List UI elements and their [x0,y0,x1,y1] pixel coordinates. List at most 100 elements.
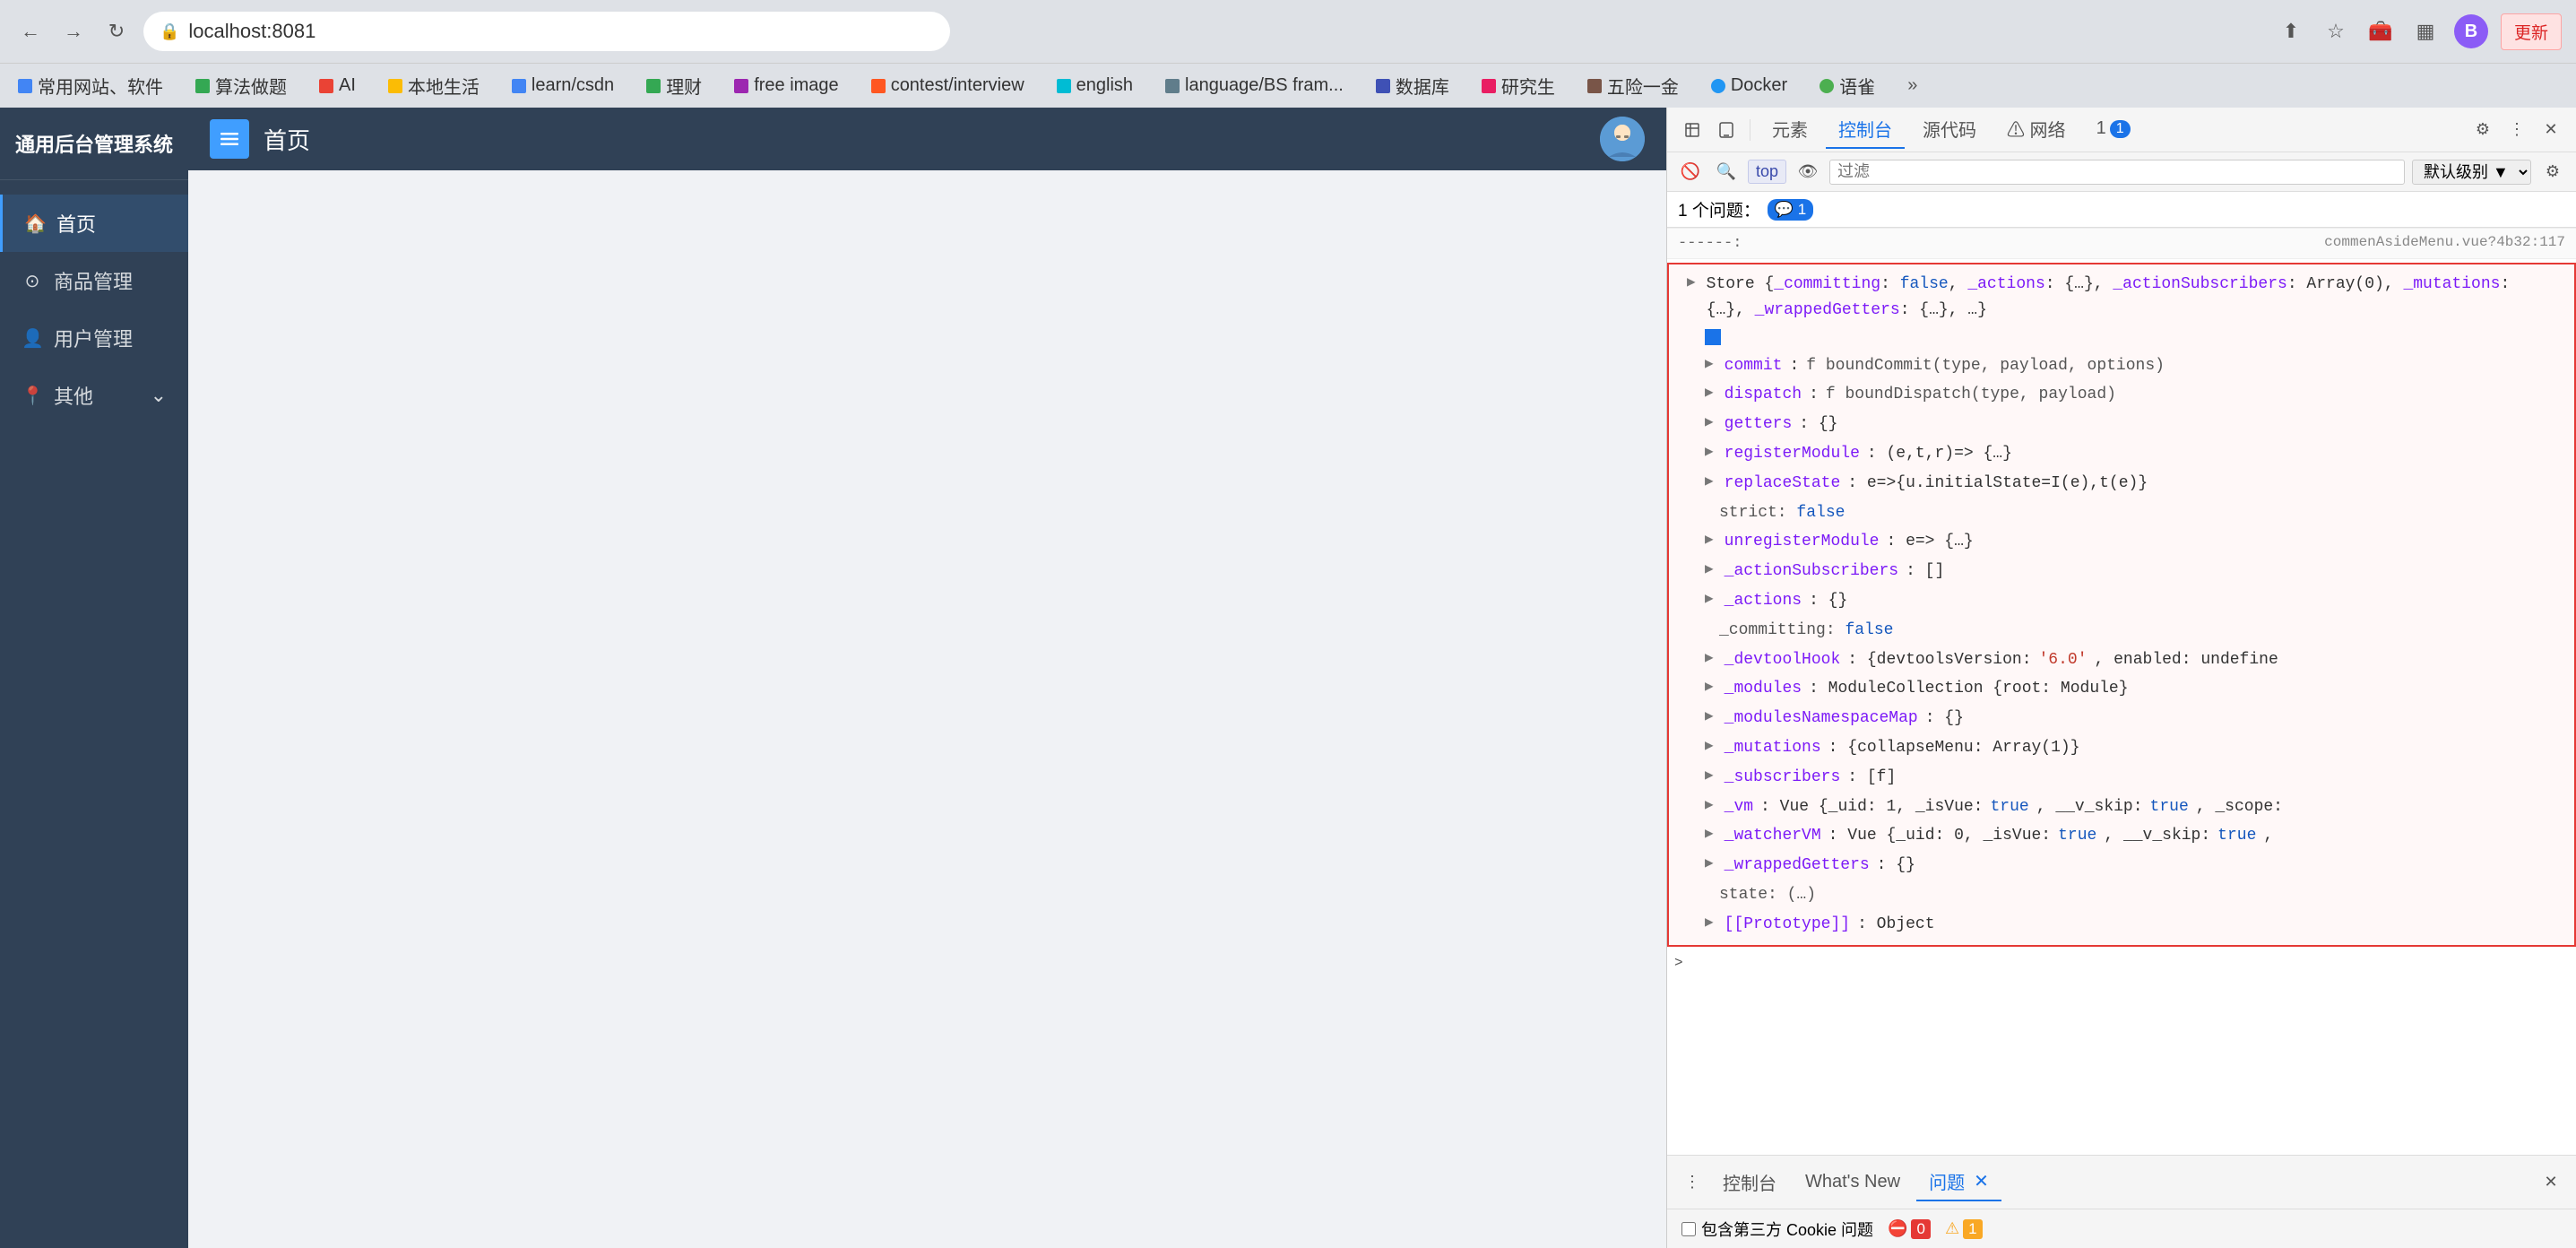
third-party-checkbox-label[interactable]: 包含第三方 Cookie 问题 [1681,1218,1873,1241]
address-bar[interactable]: 🔒 localhost:8081 [143,12,950,51]
top-context-selector[interactable]: top [1748,160,1786,184]
third-party-cookie-checkbox[interactable] [1681,1222,1696,1236]
console-settings-button[interactable]: ⚙ [2538,158,2567,186]
status-bar: 包含第三方 Cookie 问题 ⛔ 0 ⚠ 1 [1667,1209,2576,1248]
expand-icon[interactable]: ▶ [1705,588,1714,611]
close-devtools-button[interactable]: ✕ [2537,116,2565,144]
expand-icon[interactable]: ▶ [1705,853,1714,876]
console-filter-toggle[interactable]: 🔍 [1712,158,1741,186]
sidebar-item-label: 用户管理 [54,324,133,352]
extensions-button[interactable]: 🧰 [2364,15,2397,48]
expand-icon[interactable]: ▶ [1705,559,1714,582]
bookmark-label: 理财 [666,73,702,99]
expand-icon[interactable]: ▶ [1705,382,1714,405]
back-button[interactable]: ← [14,15,47,48]
reload-button[interactable]: ↻ [100,15,133,48]
bottom-tab-issues[interactable]: 问题 ✕ [1916,1163,2001,1201]
tab-console[interactable]: 控制台 [1826,110,1905,149]
browser-chrome: ← → ↻ 🔒 localhost:8081 ⬆ ☆ 🧰 ▦ B 更新 常用网站… [0,0,2576,108]
bottom-tab-console[interactable]: 控制台 [1710,1164,1789,1200]
bookmark-item[interactable]: 理财 [639,69,709,102]
bookmark-item[interactable]: 语雀 [1812,69,1882,102]
devtools-drag-handle[interactable]: ⋮ [1678,1168,1707,1197]
user-avatar[interactable] [1600,117,1645,161]
blue-box-icon [1705,329,1721,345]
error-count-badge: 0 [1911,1219,1930,1239]
expand-icon[interactable]: ▶ [1705,912,1714,935]
log-level-select[interactable]: 默认级别 ▼ [2412,160,2531,185]
console-line: ▶ registerModule: (e,t,r)=> {…} [1680,439,2563,469]
bookmark-item[interactable]: 数据库 [1369,69,1457,102]
tab-elements[interactable]: 元素 [1759,110,1820,149]
bookmark-label: contest/interview [891,75,1024,96]
console-line: ▶ _modules: ModuleCollection {root: Modu… [1680,674,2563,704]
share-button[interactable]: ⬆ [2275,15,2307,48]
bookmark-item[interactable]: 常用网站、软件 [11,69,170,102]
console-eye-button[interactable]: 👁 [1794,158,1822,186]
console-line: ▶ _devtoolHook: {devtoolsVersion: '6.0',… [1680,646,2563,675]
tab-issues[interactable]: 1 1 [2084,113,2143,146]
expand-icon[interactable]: ▶ [1705,412,1714,435]
tab-sources[interactable]: 源代码 [1910,110,1989,149]
expand-icon[interactable]: ▶ [1705,823,1714,846]
sidebar-item-label: 其他 [54,381,93,410]
sidebar-logo: 通用后台管理系统 [0,108,188,180]
bookmark-item[interactable]: Docker [1704,72,1794,100]
profile-avatar[interactable]: B [2454,14,2488,48]
expand-icon[interactable]: ▶ [1687,272,1696,295]
issues-count-text: 1 个问题： [1678,197,1760,221]
bookmark-item[interactable]: 五险一金 [1580,69,1686,102]
issues-bar: 1 个问题： 💬 1 [1667,192,2576,228]
expand-icon[interactable]: ▶ [1705,676,1714,699]
toolbar-right: ⬆ ☆ 🧰 ▦ B 更新 [2275,13,2562,50]
forward-button[interactable]: → [57,15,90,48]
expand-icon[interactable]: ▶ [1705,441,1714,464]
console-toolbar: 🚫 🔍 top 👁 默认级别 ▼ ⚙ [1667,152,2576,192]
bookmark-item[interactable]: 研究生 [1474,69,1562,102]
tab-issues-label: 1 [2096,118,2106,139]
console-blue-box-line [1680,325,2563,351]
more-bookmarks-button[interactable]: » [1907,75,1917,96]
bookmark-item[interactable]: language/BS fram... [1158,72,1351,100]
console-error-block: ▶ Store {_committing: false, _actions: {… [1667,263,2576,946]
bookmark-label: AI [339,75,356,96]
expand-icon[interactable]: ▶ [1705,529,1714,552]
bookmark-item[interactable]: contest/interview [864,72,1032,100]
bookmark-item[interactable]: learn/csdn [505,72,621,100]
bookmark-item[interactable]: free image [727,72,846,100]
device-toggle-button[interactable] [1712,116,1741,144]
hamburger-button[interactable] [210,119,249,159]
sidebar-item-products[interactable]: ⊙ 商品管理 [0,252,188,309]
expand-icon[interactable]: ▶ [1705,471,1714,494]
warn-count-display: ⚠ 1 [1945,1219,1983,1239]
bottom-tab-whatsnew[interactable]: What's New [1793,1166,1913,1198]
bookmark-item[interactable]: AI [312,72,363,100]
sidebar-item-home[interactable]: 🏠 首页 [0,195,188,252]
console-clear-button[interactable]: 🚫 [1676,158,1705,186]
tab-network[interactable]: ⚠ 网络 [1994,110,2079,149]
console-filter-input[interactable] [1829,160,2405,185]
sidebar-item-users[interactable]: 👤 用户管理 [0,309,188,367]
update-button[interactable]: 更新 [2501,13,2562,50]
bookmark-label: 数据库 [1396,73,1449,99]
sidebar-toggle-button[interactable]: ▦ [2409,15,2442,48]
bookmark-item[interactable]: english [1050,72,1140,100]
more-options-button[interactable]: ⋮ [2503,116,2531,144]
settings-button[interactable]: ⚙ [2468,116,2497,144]
console-line: ▶ Store {_committing: false, _actions: {… [1680,270,2563,325]
bookmark-item[interactable]: 本地生活 [381,69,487,102]
expand-icon[interactable]: ▶ [1705,735,1714,758]
sidebar-item-other[interactable]: 📍 其他 ⌄ [0,367,188,424]
console-content: commenAsideMenu.vue?4b32:117 ------: ▶ S… [1667,228,2576,1155]
bookmark-button[interactable]: ☆ [2320,15,2352,48]
expand-icon[interactable]: ▶ [1705,353,1714,377]
console-line: ▶ _actions: {} [1680,586,2563,616]
expand-icon[interactable]: ▶ [1705,706,1714,729]
close-bottom-panel-button[interactable]: ✕ [2537,1168,2565,1197]
inspect-element-button[interactable] [1678,116,1707,144]
expand-icon[interactable]: ▶ [1705,765,1714,788]
expand-icon[interactable]: ▶ [1705,794,1714,818]
bookmark-item[interactable]: 算法做题 [188,69,294,102]
issues-tab-close[interactable]: ✕ [1974,1170,1989,1192]
expand-icon[interactable]: ▶ [1705,647,1714,671]
